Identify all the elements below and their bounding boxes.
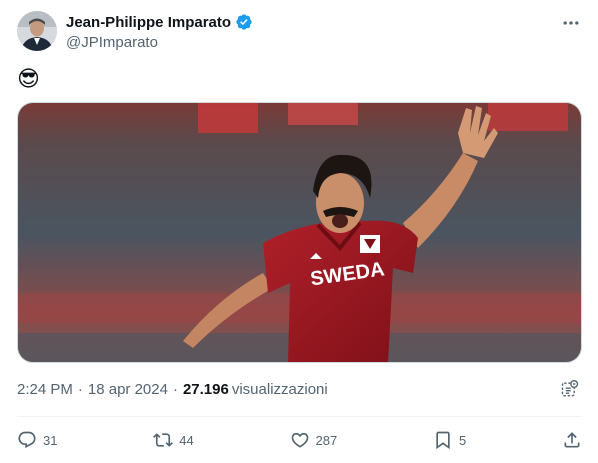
repost-count: 44 <box>179 432 194 448</box>
repost-button[interactable]: 44 <box>153 430 194 450</box>
views-label: visualizzazioni <box>231 381 328 398</box>
heart-icon <box>291 432 308 448</box>
meta-separator: · <box>172 381 178 398</box>
views-count: 27.196 <box>182 381 229 398</box>
tweet-meta: 2:24 PM · 18 apr 2024 · 27.196 visualizz… <box>17 381 328 398</box>
author-handle[interactable]: @JPImparato <box>66 34 253 51</box>
analytics-button[interactable] <box>560 379 582 401</box>
tweet-date[interactable]: 18 apr 2024 <box>88 381 168 398</box>
tweet-actions: 31 44 287 5 <box>17 428 582 452</box>
bookmark-count: 5 <box>458 432 467 448</box>
like-count: 287 <box>315 432 338 448</box>
more-horizontal-icon <box>563 21 579 25</box>
avatar[interactable] <box>17 11 57 51</box>
divider <box>17 416 581 417</box>
share-icon <box>564 432 580 448</box>
bookmark-button[interactable]: 5 <box>433 430 466 450</box>
reply-button[interactable]: 31 <box>17 430 57 450</box>
tweet: Jean-Philippe Imparato @JPImparato 😎 SWE… <box>0 0 598 463</box>
author-block: Jean-Philippe Imparato @JPImparato <box>66 12 253 51</box>
like-button[interactable]: 287 <box>290 430 338 450</box>
more-options-button[interactable] <box>560 12 582 34</box>
grok-analytics-icon <box>561 380 579 397</box>
reply-icon <box>18 431 36 449</box>
reply-count: 31 <box>43 432 58 448</box>
tweet-time[interactable]: 2:24 PM <box>17 381 73 398</box>
bookmark-icon <box>436 431 450 450</box>
repost-icon <box>153 433 174 447</box>
tweet-media-image[interactable]: SWEDA <box>17 102 582 363</box>
share-button[interactable] <box>562 430 582 450</box>
tweet-text: 😎 <box>17 66 40 91</box>
author-name[interactable]: Jean-Philippe Imparato <box>66 14 231 31</box>
meta-separator: · <box>77 381 83 398</box>
verified-badge-icon[interactable] <box>235 13 253 31</box>
